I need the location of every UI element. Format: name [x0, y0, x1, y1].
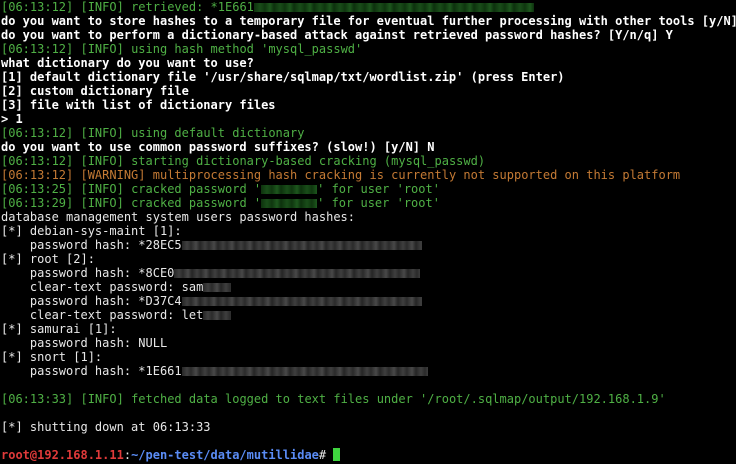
prompt-dictionary-attack: do you want to perform a dictionary-base… [1, 28, 673, 42]
shutdown-line: [*] shutting down at 06:13:33 [1, 420, 211, 434]
redacted-password [203, 283, 232, 292]
redacted-hash [253, 3, 534, 12]
prompt-path: ~/pen-test/data/mutillidae [131, 448, 319, 462]
prompt-store-hashes: do you want to store hashes to a tempora… [1, 14, 736, 28]
user-header-debian-sys-maint: [*] debian-sys-maint [1]: [1, 224, 182, 238]
log-line-fetched: [06:13:33] [INFO] fetched data logged to… [1, 392, 736, 406]
prompt-which-dictionary: what dictionary do you want to use? [1, 56, 254, 70]
log-level: [INFO] [80, 392, 124, 406]
terminal-window[interactable]: [06:13:12] [INFO] retrieved: *1E661 do y… [0, 0, 736, 464]
redacted-hash [174, 269, 421, 278]
clear-text-line: clear-text password: let [1, 308, 736, 322]
option-custom-dictionary: [2] custom dictionary file [1, 84, 189, 98]
prompt-user-host: root@192.168.1.11 [1, 448, 124, 462]
timestamp: [06:13:12] [1, 126, 74, 140]
log-text: ' for user 'root' [317, 182, 440, 196]
log-level: [INFO] [80, 154, 124, 168]
user-header-samurai: [*] samurai [1]: [1, 322, 117, 336]
redacted-hash [181, 367, 428, 376]
hash-line: password hash: *1E661 [1, 364, 736, 378]
log-level: [INFO] [80, 42, 124, 56]
redacted-hash [181, 241, 422, 250]
log-text: fetched data logged to text files under … [123, 392, 666, 406]
timestamp: [06:13:12] [1, 168, 74, 182]
user-header-snort: [*] snort [1]: [1, 350, 103, 364]
log-text: starting dictionary-based cracking (mysq… [123, 154, 486, 168]
timestamp: [06:13:12] [1, 42, 74, 56]
timestamp: [06:13:33] [1, 392, 74, 406]
hash-text: password hash: *D37C4 [1, 294, 182, 308]
log-text: ' for user 'root' [317, 196, 440, 210]
hash-text: password hash: *28EC5 [1, 238, 182, 252]
user-answer: > 1 [1, 112, 23, 126]
log-line-start-cracking: [06:13:12] [INFO] starting dictionary-ba… [1, 154, 736, 168]
prompt-password-suffixes: do you want to use common password suffi… [1, 140, 435, 154]
user-header-root: [*] root [2]: [1, 252, 95, 266]
log-level: [INFO] [80, 0, 124, 14]
log-line-hash-method: [06:13:12] [INFO] using hash method 'mys… [1, 42, 736, 56]
redacted-password [203, 311, 232, 320]
log-level: [WARNING] [80, 168, 146, 182]
option-default-dictionary: [1] default dictionary file '/usr/share/… [1, 70, 565, 84]
clear-text: clear-text password: sam [1, 280, 204, 294]
clear-text: clear-text password: let [1, 308, 204, 322]
timestamp: [06:13:12] [1, 0, 74, 14]
log-text: cracked password ' [123, 182, 262, 196]
redacted-hash [181, 297, 422, 306]
redacted-password [261, 199, 318, 208]
hash-text: password hash: *8CE0 [1, 266, 175, 280]
log-text: multiprocessing hash cracking is current… [145, 168, 681, 182]
log-level: [INFO] [80, 196, 124, 210]
log-text: retrieved: [123, 0, 211, 14]
log-text: cracked password ' [123, 196, 262, 210]
log-level: [INFO] [80, 126, 124, 140]
log-line-cracked-2: [06:13:29] [INFO] cracked password ' ' fo… [1, 196, 736, 210]
clear-text-line: clear-text password: sam [1, 280, 736, 294]
log-line-warning: [06:13:12] [WARNING] multiprocessing has… [1, 168, 736, 182]
log-line-default-dictionary: [06:13:12] [INFO] using default dictiona… [1, 126, 736, 140]
hash-line: password hash: *D37C4 [1, 294, 736, 308]
hashes-heading: database management system users passwor… [1, 210, 356, 224]
log-level: [INFO] [80, 182, 124, 196]
timestamp: [06:13:25] [1, 182, 74, 196]
timestamp: [06:13:12] [1, 154, 74, 168]
log-text: using hash method 'mysql_passwd' [123, 42, 363, 56]
log-line-retrieved: [06:13:12] [INFO] retrieved: *1E661 [1, 0, 736, 14]
shell-prompt[interactable]: root@192.168.1.11:~/pen-test/data/mutill… [1, 448, 736, 462]
prompt-separator: : [123, 448, 132, 462]
timestamp: [06:13:29] [1, 196, 74, 210]
log-line-cracked-1: [06:13:25] [INFO] cracked password ' ' fo… [1, 182, 736, 196]
option-dictionary-list: [3] file with list of dictionary files [1, 98, 276, 112]
redacted-password [261, 185, 318, 194]
hash-line: password hash: NULL [1, 336, 168, 350]
hash-prefix: *1E661 [210, 0, 254, 14]
hash-line: password hash: *28EC5 [1, 238, 736, 252]
text-cursor[interactable] [333, 448, 341, 461]
log-text: using default dictionary [123, 126, 305, 140]
prompt-symbol: # [318, 448, 334, 462]
hash-text: password hash: *1E661 [1, 364, 182, 378]
hash-line: password hash: *8CE0 [1, 266, 736, 280]
